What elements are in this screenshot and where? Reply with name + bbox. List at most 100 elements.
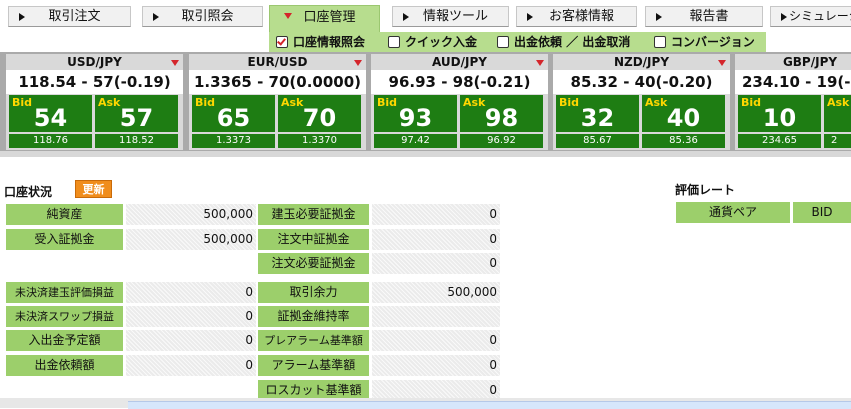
subnav-label: 口座情報照会 bbox=[293, 35, 366, 49]
valuation-rate-title: 評価レート bbox=[675, 183, 736, 197]
pair-quote: 96.93 - 98(-0.21) bbox=[371, 70, 548, 94]
tab-trade-inquiry[interactable]: 取引照会 bbox=[142, 6, 263, 27]
subnav-label: 出金依頼 ／ 出金取消 bbox=[514, 35, 631, 49]
bid-button[interactable]: Bid 93 bbox=[374, 95, 457, 132]
tab-simulation[interactable]: シミュレーシ bbox=[770, 6, 851, 27]
ask-sub-rate: 85.36 bbox=[642, 134, 725, 148]
rate-band-footer bbox=[0, 151, 851, 157]
label-position-margin: 建玉必要証拠金 bbox=[258, 204, 369, 225]
subnav-account-info[interactable]: 口座情報照会 bbox=[276, 34, 376, 50]
tab-trade-order[interactable]: 取引注文 bbox=[8, 6, 131, 27]
pair-quote: 1.3365 - 70(0.0000) bbox=[189, 70, 366, 94]
bid-sub-rate: 85.67 bbox=[556, 134, 639, 148]
ask-sub-rate: 2 bbox=[824, 134, 851, 148]
checked-checkbox-icon bbox=[276, 36, 288, 48]
bid-price: 10 bbox=[762, 104, 797, 132]
dropdown-arrow-icon[interactable] bbox=[718, 60, 726, 66]
rate-panel-eurusd[interactable]: EUR/USD 1.3365 - 70(0.0000) Bid 65 Ask 7… bbox=[189, 54, 366, 150]
account-status-title: 口座状況 bbox=[4, 185, 53, 199]
tab-label: お客様情報 bbox=[548, 9, 614, 24]
label-scheduled-transfers: 入出金予定額 bbox=[6, 330, 123, 351]
bid-button[interactable]: Bid 10 bbox=[738, 95, 821, 132]
ask-sub-rate: 118.52 bbox=[95, 134, 178, 148]
column-header-pair: 通貨ペア bbox=[676, 202, 790, 223]
bid-sub-rate: 234.65 bbox=[738, 134, 821, 148]
label-unrealized-pl: 未決済建玉評価損益 bbox=[6, 282, 123, 303]
bid-sub-rate: 118.76 bbox=[9, 134, 92, 148]
value-position-margin: 0 bbox=[372, 204, 500, 225]
update-button[interactable]: 更新 bbox=[75, 180, 112, 198]
ask-label: Ask bbox=[827, 96, 850, 109]
label-pre-alarm: プレアラーム基準額 bbox=[258, 330, 369, 351]
label-margin-ratio: 証拠金維持率 bbox=[258, 306, 369, 327]
ask-sub-rate: 1.3370 bbox=[278, 134, 361, 148]
pair-quote: 85.32 - 40(-0.20) bbox=[553, 70, 730, 94]
tab-label: 口座管理 bbox=[303, 10, 356, 25]
bid-sub-rate: 1.3373 bbox=[192, 134, 275, 148]
rate-panel-nzdjpy[interactable]: NZD/JPY 85.32 - 40(-0.20) Bid 32 Ask 40 … bbox=[553, 54, 730, 150]
checkbox-icon bbox=[388, 36, 400, 48]
bid-price: 93 bbox=[398, 104, 433, 132]
tab-info-tools[interactable]: 情報ツール bbox=[392, 6, 509, 27]
checkbox-icon bbox=[497, 36, 509, 48]
tab-label: 取引注文 bbox=[48, 9, 101, 24]
value-net-assets: 500,000 bbox=[126, 204, 256, 225]
bid-button[interactable]: Bid 54 bbox=[9, 95, 92, 132]
bid-sub-rate: 97.42 bbox=[374, 134, 457, 148]
ask-price: 70 bbox=[302, 104, 337, 132]
tab-customer-info[interactable]: お客様情報 bbox=[516, 6, 637, 27]
ask-button[interactable]: Ask 70 bbox=[278, 95, 361, 132]
tab-label: 取引照会 bbox=[181, 9, 234, 24]
column-header-bid: BID bbox=[793, 202, 851, 223]
ask-button[interactable]: Ask 98 bbox=[460, 95, 543, 132]
value-order-margin: 0 bbox=[372, 229, 500, 250]
bid-button[interactable]: Bid 65 bbox=[192, 95, 275, 132]
rate-panel-audjpy[interactable]: AUD/JPY 96.93 - 98(-0.21) Bid 93 Ask 98 … bbox=[371, 54, 548, 150]
pair-name: GBP/JPY bbox=[782, 55, 838, 69]
account-subnav: 口座情報照会 クイック入金 出金依頼 ／ 出金取消 コンバージョン bbox=[269, 32, 766, 53]
pair-quote: 118.54 - 57(-0.19) bbox=[6, 70, 183, 94]
bid-price: 65 bbox=[216, 104, 251, 132]
label-trading-capacity: 取引余力 bbox=[258, 282, 369, 303]
dropdown-arrow-icon[interactable] bbox=[171, 60, 179, 66]
tab-reports[interactable]: 報告書 bbox=[645, 6, 763, 27]
ask-button[interactable]: Ask bbox=[824, 95, 851, 132]
ask-price: 57 bbox=[119, 104, 154, 132]
label-received-margin: 受入証拠金 bbox=[6, 229, 123, 250]
dropdown-arrow-icon[interactable] bbox=[354, 60, 362, 66]
ask-button[interactable]: Ask 57 bbox=[95, 95, 178, 132]
label-alarm: アラーム基準額 bbox=[258, 355, 369, 376]
value-withdrawal-requested: 0 bbox=[126, 355, 256, 376]
value-unrealized-swap: 0 bbox=[126, 306, 256, 327]
subnav-quick-deposit[interactable]: クイック入金 bbox=[388, 34, 488, 50]
bid-price: 54 bbox=[33, 104, 68, 132]
subnav-conversion[interactable]: コンバージョン bbox=[654, 34, 762, 50]
rate-panel-gbpjpy[interactable]: GBP/JPY 234.10 - 19(-0 Bid 10 Ask 234.65… bbox=[735, 54, 851, 150]
ask-sub-rate: 96.92 bbox=[460, 134, 543, 148]
ask-button[interactable]: Ask 40 bbox=[642, 95, 725, 132]
label-withdrawal-requested: 出金依頼額 bbox=[6, 355, 123, 376]
label-order-required-margin: 注文必要証拠金 bbox=[258, 253, 369, 274]
pair-name: NZD/JPY bbox=[613, 55, 670, 69]
bid-button[interactable]: Bid 32 bbox=[556, 95, 639, 132]
main-nav: 取引注文 取引照会 口座管理 情報ツール お客様情報 報告書 シミュレーシ bbox=[0, 0, 851, 32]
subnav-withdrawal[interactable]: 出金依頼 ／ 出金取消 bbox=[497, 34, 647, 50]
value-received-margin: 500,000 bbox=[126, 229, 256, 250]
value-order-required-margin: 0 bbox=[372, 253, 500, 274]
value-pre-alarm: 0 bbox=[372, 330, 500, 351]
dropdown-arrow-icon[interactable] bbox=[536, 60, 544, 66]
tab-label: シミュレーシ bbox=[789, 9, 851, 23]
checkbox-icon bbox=[654, 36, 666, 48]
subnav-label: クイック入金 bbox=[405, 35, 478, 49]
rate-panel-usdjpy[interactable]: USD/JPY 118.54 - 57(-0.19) Bid 54 Ask 57… bbox=[6, 54, 183, 150]
value-unrealized-pl: 0 bbox=[126, 282, 256, 303]
pair-quote: 234.10 - 19(-0 bbox=[735, 70, 851, 94]
ask-price: 98 bbox=[484, 104, 519, 132]
tab-account-management[interactable]: 口座管理 bbox=[269, 5, 380, 32]
ask-price: 40 bbox=[666, 104, 701, 132]
pair-name: EUR/USD bbox=[247, 55, 308, 69]
value-trading-capacity: 500,000 bbox=[372, 282, 500, 303]
pair-name: AUD/JPY bbox=[432, 55, 487, 69]
value-scheduled-transfers: 0 bbox=[126, 330, 256, 351]
value-alarm: 0 bbox=[372, 355, 500, 376]
